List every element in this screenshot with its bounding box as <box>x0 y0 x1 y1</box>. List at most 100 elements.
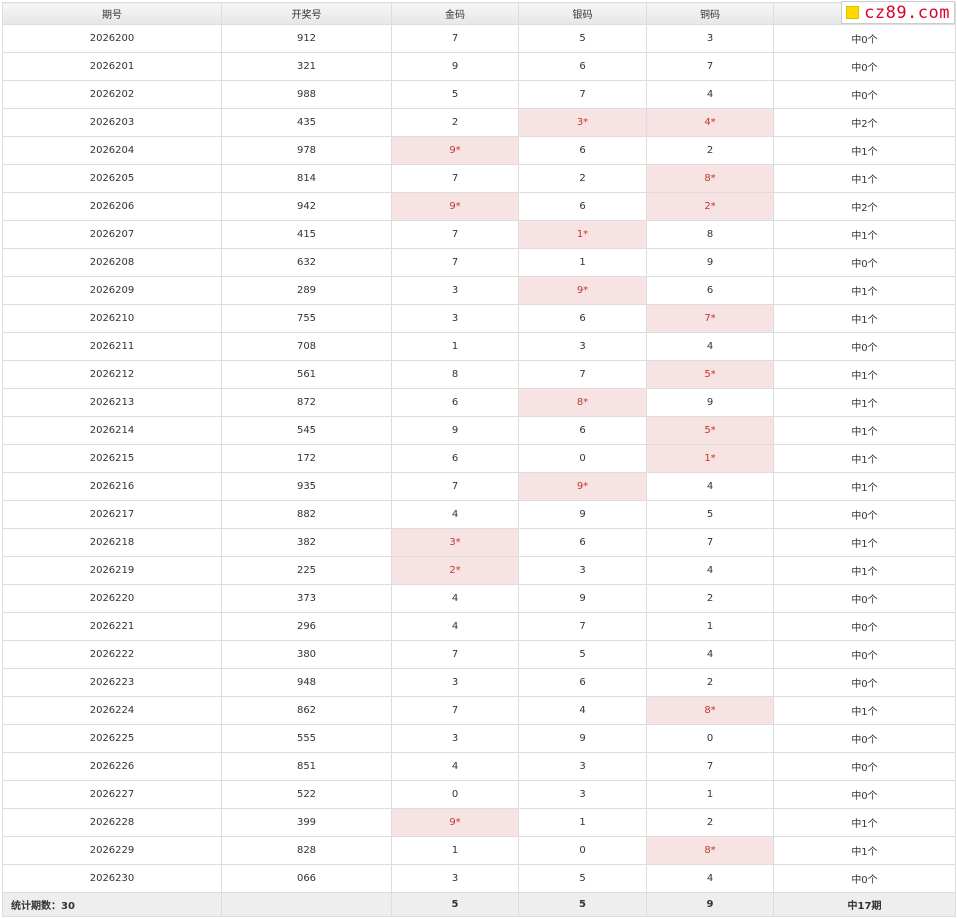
cell-silver: 3 <box>518 556 647 585</box>
cell-silver: 6 <box>518 52 647 81</box>
cell-bronze: 2 <box>646 136 774 165</box>
cell-result: 中1个 <box>773 444 956 473</box>
cell-bronze: 2 <box>646 808 774 837</box>
cell-result: 中1个 <box>773 164 956 193</box>
cell-silver: 3* <box>518 108 647 137</box>
cell-result: 中1个 <box>773 360 956 389</box>
cell-bronze: 4 <box>646 864 774 893</box>
cell-silver: 4 <box>518 696 647 725</box>
cell-issue: 2026215 <box>2 444 222 473</box>
cell-silver: 5 <box>518 864 647 893</box>
cell-result: 中1个 <box>773 136 956 165</box>
table-row: 2026211 708 1 3 4 中0个 <box>2 332 956 361</box>
cell-bronze: 7 <box>646 52 774 81</box>
cell-issue: 2026229 <box>2 836 222 865</box>
table-row: 2026217 882 4 9 5 中0个 <box>2 500 956 529</box>
cell-number: 912 <box>221 24 392 53</box>
cell-silver: 3 <box>518 332 647 361</box>
cell-number: 948 <box>221 668 392 697</box>
cell-gold: 3 <box>391 304 519 333</box>
cell-number: 632 <box>221 248 392 277</box>
header-issue[interactable]: 期号 <box>2 2 222 25</box>
cell-issue: 2026209 <box>2 276 222 305</box>
table-row: 2026201 321 9 6 7 中0个 <box>2 52 956 81</box>
cell-issue: 2026226 <box>2 752 222 781</box>
cell-silver: 6 <box>518 668 647 697</box>
table-row: 2026212 561 8 7 5* 中1个 <box>2 360 956 389</box>
table-row: 2026207 415 7 1* 8 中1个 <box>2 220 956 249</box>
cell-result: 中1个 <box>773 304 956 333</box>
table-row: 2026226 851 4 3 7 中0个 <box>2 752 956 781</box>
cell-gold: 3 <box>391 276 519 305</box>
cell-silver: 3 <box>518 752 647 781</box>
cell-silver: 0 <box>518 836 647 865</box>
cell-bronze: 9 <box>646 388 774 417</box>
cell-bronze: 4 <box>646 332 774 361</box>
cell-bronze: 4 <box>646 80 774 109</box>
cell-number: 225 <box>221 556 392 585</box>
footer-count: 统计期数：30 <box>2 892 222 917</box>
cell-silver: 9 <box>518 500 647 529</box>
cell-number: 373 <box>221 584 392 613</box>
cell-result: 中0个 <box>773 80 956 109</box>
cell-result: 中0个 <box>773 640 956 669</box>
cell-issue: 2026200 <box>2 24 222 53</box>
cell-bronze: 8* <box>646 696 774 725</box>
table-body: 2026200 912 7 5 3 中0个 2026201 321 9 6 7 中0个 2026202 9… <box>2 24 956 893</box>
cell-bronze: 5 <box>646 500 774 529</box>
cell-number: 066 <box>221 864 392 893</box>
cell-bronze: 1* <box>646 444 774 473</box>
cell-gold: 4 <box>391 612 519 641</box>
watermark-text: cz89.com <box>864 2 950 23</box>
cell-issue: 2026207 <box>2 220 222 249</box>
cell-issue: 2026218 <box>2 528 222 557</box>
cell-issue: 2026213 <box>2 388 222 417</box>
header-number[interactable]: 开奖号 <box>221 2 392 25</box>
cell-result: 中1个 <box>773 696 956 725</box>
cell-gold: 1 <box>391 332 519 361</box>
cell-issue: 2026203 <box>2 108 222 137</box>
cell-bronze: 5* <box>646 416 774 445</box>
cell-result: 中0个 <box>773 584 956 613</box>
table-row: 2026202 988 5 7 4 中0个 <box>2 80 956 109</box>
cell-gold: 4 <box>391 584 519 613</box>
cell-issue: 2026221 <box>2 612 222 641</box>
header-bronze[interactable]: 铜码 <box>646 2 774 25</box>
cell-bronze: 0 <box>646 724 774 753</box>
cell-silver: 9 <box>518 724 647 753</box>
table-row: 2026218 382 3* 6 7 中1个 <box>2 528 956 557</box>
cell-bronze: 3 <box>646 24 774 53</box>
cell-number: 415 <box>221 220 392 249</box>
table-row: 2026215 172 6 0 1* 中1个 <box>2 444 956 473</box>
cell-number: 872 <box>221 388 392 417</box>
site-watermark[interactable]: cz89.com <box>841 1 955 24</box>
cell-bronze: 4* <box>646 108 774 137</box>
cell-bronze: 2* <box>646 192 774 221</box>
cell-silver: 1 <box>518 248 647 277</box>
table-row: 2026209 289 3 9* 6 中1个 <box>2 276 956 305</box>
cell-issue: 2026223 <box>2 668 222 697</box>
cell-number: 555 <box>221 724 392 753</box>
cell-issue: 2026230 <box>2 864 222 893</box>
cell-issue: 2026222 <box>2 640 222 669</box>
cell-silver: 6 <box>518 304 647 333</box>
cell-number: 988 <box>221 80 392 109</box>
cell-result: 中1个 <box>773 220 956 249</box>
cell-number: 561 <box>221 360 392 389</box>
cell-silver: 7 <box>518 612 647 641</box>
cell-gold: 7 <box>391 24 519 53</box>
header-gold[interactable]: 金码 <box>391 2 519 25</box>
header-silver[interactable]: 银码 <box>518 2 647 25</box>
cell-result: 中0个 <box>773 780 956 809</box>
cell-issue: 2026202 <box>2 80 222 109</box>
cell-silver: 6 <box>518 416 647 445</box>
cell-gold: 3 <box>391 864 519 893</box>
cell-number: 522 <box>221 780 392 809</box>
cell-result: 中2个 <box>773 192 956 221</box>
cell-issue: 2026217 <box>2 500 222 529</box>
cell-gold: 7 <box>391 640 519 669</box>
cell-silver: 1 <box>518 808 647 837</box>
cell-bronze: 7 <box>646 528 774 557</box>
cell-gold: 2 <box>391 108 519 137</box>
table-row: 2026214 545 9 6 5* 中1个 <box>2 416 956 445</box>
